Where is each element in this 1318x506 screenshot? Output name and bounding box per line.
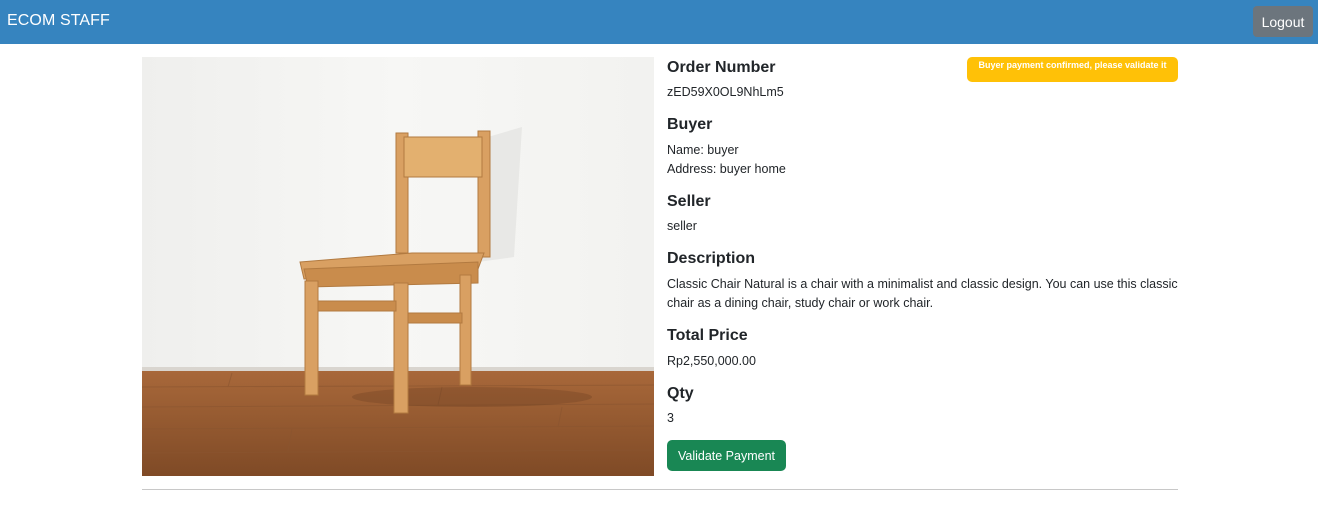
validate-payment-button[interactable]: Validate Payment <box>667 440 786 471</box>
seller-value: seller <box>667 219 697 233</box>
buyer-address: Address: buyer home <box>667 162 786 176</box>
qty-heading: Qty <box>667 385 694 402</box>
divider <box>142 489 1178 490</box>
status-badge: Buyer payment confirmed, please validate… <box>967 57 1178 82</box>
chair-photo <box>142 57 654 476</box>
description-heading: Description <box>667 250 756 267</box>
total-price-heading: Total Price <box>667 327 748 344</box>
product-image <box>142 57 654 476</box>
buyer-name: Name: buyer <box>667 143 739 157</box>
seller-heading: Seller <box>667 193 711 210</box>
buyer-heading: Buyer <box>667 116 713 133</box>
top-navbar: ECOM STAFF Logout <box>0 0 1318 44</box>
order-number-value: zED59X0OL9NhLm5 <box>667 85 784 99</box>
description-value: Classic Chair Natural is a chair with a … <box>667 277 1178 310</box>
qty-value: 3 <box>667 411 674 425</box>
logout-button[interactable]: Logout <box>1253 6 1313 37</box>
order-number-heading: Order Number <box>667 59 776 76</box>
total-price-value: Rp2,550,000.00 <box>667 354 756 368</box>
brand-title[interactable]: ECOM STAFF <box>7 12 110 30</box>
